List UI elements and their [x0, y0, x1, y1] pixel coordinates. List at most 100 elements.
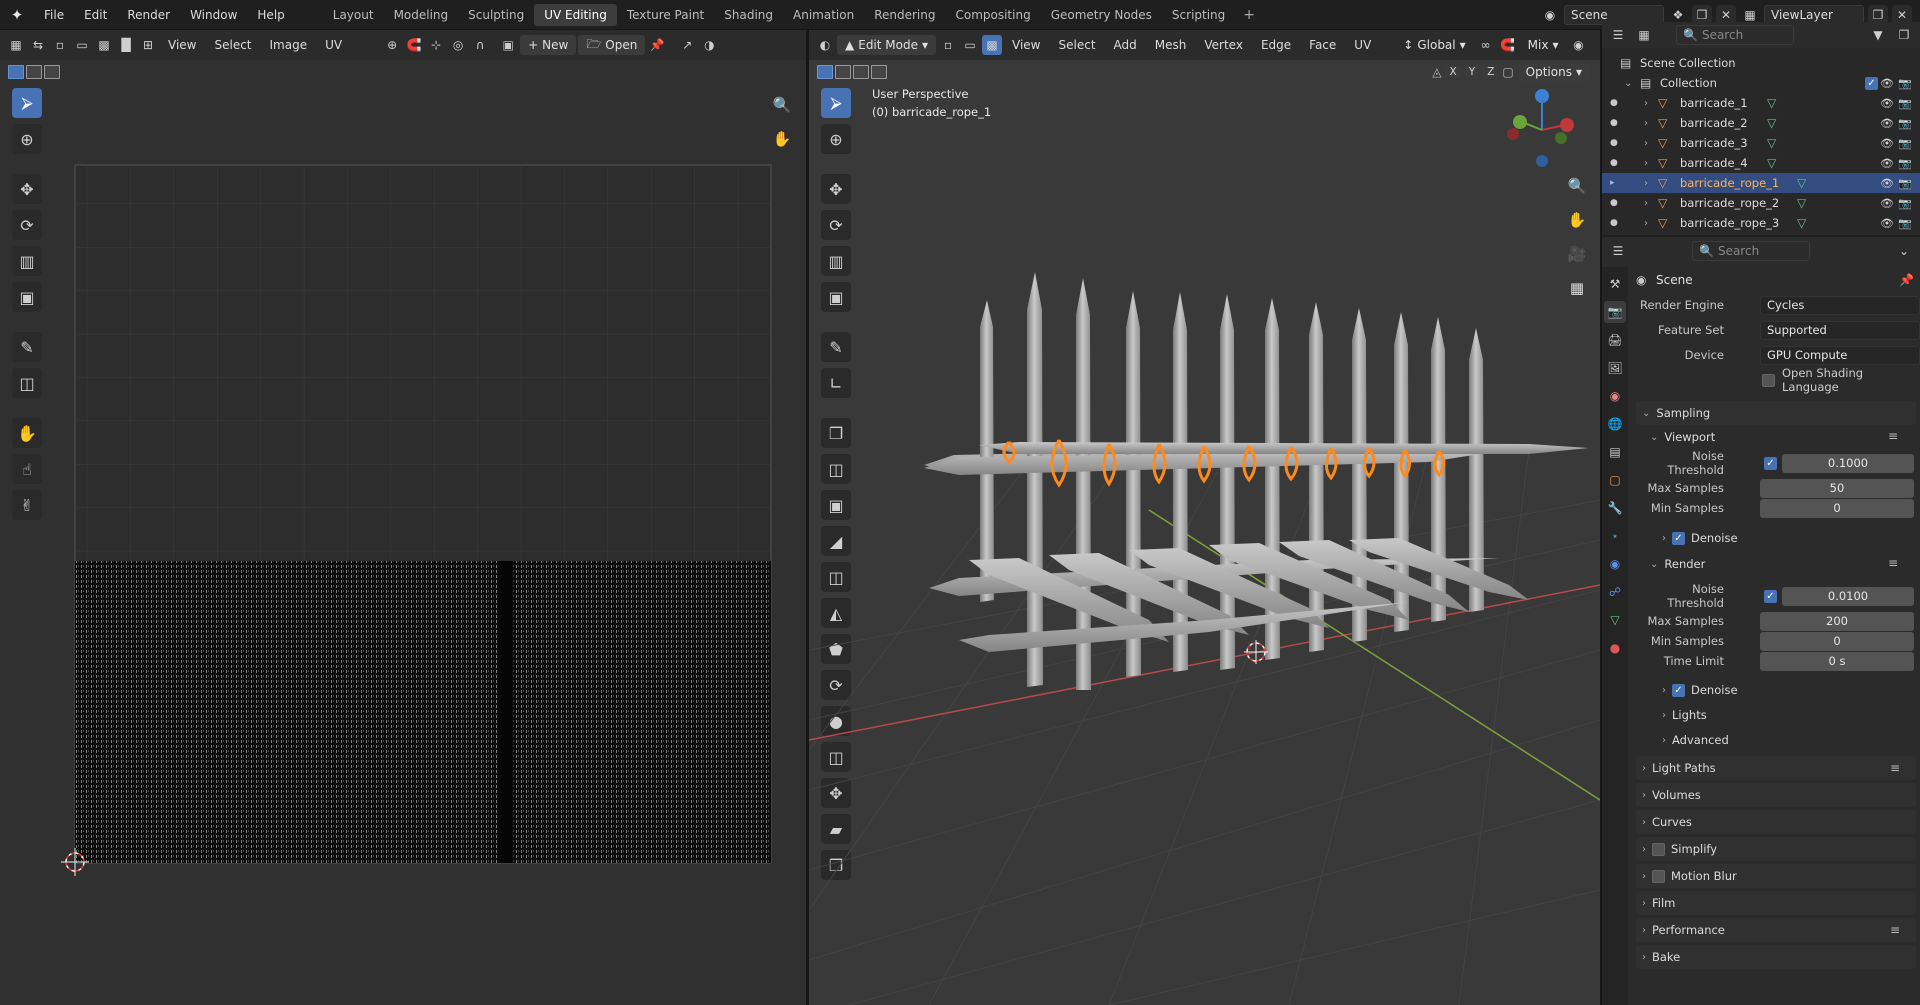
r-min-samples-field[interactable]: 0: [1760, 631, 1914, 651]
output-tab-icon[interactable]: 🖨: [1604, 329, 1626, 351]
mesh-data-icon[interactable]: ▽: [1767, 96, 1776, 110]
viewport-canvas[interactable]: [809, 30, 1600, 1005]
new-collection-icon[interactable]: ❐: [1894, 25, 1914, 45]
r-max-samples-field[interactable]: 200: [1760, 611, 1914, 631]
curves-panel[interactable]: › Curves: [1636, 810, 1916, 834]
camera-icon[interactable]: 📷: [1898, 157, 1912, 170]
volumes-panel[interactable]: › Volumes: [1636, 783, 1916, 807]
chevron-right-icon[interactable]: ›: [1644, 138, 1648, 149]
chevron-right-icon[interactable]: ›: [1644, 118, 1648, 129]
mesh-data-icon[interactable]: ▽: [1797, 196, 1806, 210]
mesh-data-icon[interactable]: ▽: [1797, 216, 1806, 230]
outliner-item-barricade-3[interactable]: ● › ▽ barricade_3 ▽ 👁 📷: [1602, 133, 1920, 153]
eye-icon[interactable]: 👁: [1880, 197, 1894, 210]
tool-tab-icon[interactable]: ⚒: [1604, 273, 1626, 295]
vp-pan-icon[interactable]: ✋: [1564, 207, 1590, 233]
scene-collection-row[interactable]: ▤ Scene Collection: [1602, 53, 1920, 73]
render-subpanel-header[interactable]: ⌄ Render: [1650, 552, 1705, 576]
camera-icon[interactable]: 📷: [1898, 137, 1912, 150]
motion-blur-panel[interactable]: › Motion Blur: [1636, 864, 1916, 888]
vp-denoise-checkbox[interactable]: ✓: [1672, 531, 1685, 545]
lights-subpanel[interactable]: › Lights: [1662, 704, 1707, 726]
scene-icon[interactable]: ◉: [1540, 5, 1560, 25]
modifier-tab-icon[interactable]: 🔧: [1604, 497, 1626, 519]
camera-icon[interactable]: 📷: [1898, 117, 1912, 130]
outliner-item-barricade-4[interactable]: ● › ▽ barricade_4 ▽ 👁 📷: [1602, 153, 1920, 173]
outliner-search-input[interactable]: 🔍 Search: [1676, 25, 1794, 45]
chevron-right-icon[interactable]: ›: [1644, 218, 1648, 229]
bake-panel[interactable]: › Bake: [1636, 945, 1916, 969]
vp-min-samples-field[interactable]: 0: [1760, 498, 1914, 518]
sampling-panel-header[interactable]: ⌄ Sampling: [1636, 401, 1916, 425]
tab-scripting[interactable]: Scripting: [1162, 4, 1235, 26]
collection-tab-icon[interactable]: ▤: [1604, 441, 1626, 463]
outliner-type-icon[interactable]: ☰: [1608, 25, 1628, 45]
view-layer-tab-icon[interactable]: 🖼: [1604, 357, 1626, 379]
outliner-item-barricade-1[interactable]: ● › ▽ barricade_1 ▽ 👁 📷: [1602, 93, 1920, 113]
add-workspace-icon[interactable]: +: [1235, 7, 1263, 23]
filter-icon[interactable]: ▼: [1868, 25, 1888, 45]
mesh-data-icon[interactable]: ▽: [1767, 136, 1776, 150]
chevron-down-icon[interactable]: ⌄: [1624, 78, 1632, 89]
chevron-right-icon[interactable]: ›: [1644, 178, 1648, 189]
chevron-down-icon[interactable]: ⌄: [1894, 241, 1914, 261]
menu-help[interactable]: Help: [247, 0, 294, 30]
menu-edit[interactable]: Edit: [74, 0, 117, 30]
material-tab-icon[interactable]: ●: [1604, 637, 1626, 659]
physics-tab-icon[interactable]: ◉: [1604, 553, 1626, 575]
camera-icon[interactable]: 📷: [1898, 77, 1912, 90]
menu-file[interactable]: File: [34, 0, 74, 30]
mesh-data-icon[interactable]: ▽: [1797, 176, 1806, 190]
properties-type-icon[interactable]: ☰: [1608, 241, 1628, 261]
particles-tab-icon[interactable]: ⋆: [1604, 525, 1626, 547]
presets-list-icon[interactable]: ≡: [1888, 429, 1898, 443]
simplify-checkbox[interactable]: [1652, 842, 1665, 856]
tab-animation[interactable]: Animation: [783, 4, 864, 26]
tab-layout[interactable]: Layout: [323, 4, 384, 26]
camera-icon[interactable]: 📷: [1898, 97, 1912, 110]
chevron-right-icon[interactable]: ›: [1644, 158, 1648, 169]
camera-view-icon[interactable]: 🎥: [1564, 241, 1590, 267]
tab-sculpting[interactable]: Sculpting: [458, 4, 534, 26]
vp-noise-threshold-field[interactable]: 0.1000: [1782, 453, 1914, 473]
film-panel[interactable]: › Film: [1636, 891, 1916, 915]
vp-noise-threshold-checkbox[interactable]: ✓: [1764, 456, 1777, 470]
outliner-item-barricade-rope-1[interactable]: ▸ › ▽ barricade_rope_1 ▽ 👁 📷: [1602, 173, 1920, 193]
vp-zoom-icon[interactable]: 🔍: [1564, 173, 1590, 199]
viewport-subpanel-header[interactable]: ⌄ Viewport: [1650, 425, 1715, 449]
outliner-area[interactable]: ☰ ▦ 🔍 Search ▼ ❐ ▤ Scene Collection ⌄ ▤ C…: [1602, 22, 1920, 235]
3d-viewport-area[interactable]: ◐ ▲ Edit Mode ▾ ▫ ▭ ▩ View Select Add Mesh…: [809, 30, 1600, 1005]
mesh-data-icon[interactable]: ▽: [1767, 156, 1776, 170]
eye-icon[interactable]: 👁: [1880, 77, 1894, 90]
r-noise-threshold-field[interactable]: 0.0100: [1782, 586, 1914, 606]
collection-row[interactable]: ⌄ ▤ Collection ✓ 👁 📷: [1602, 73, 1920, 93]
vp-denoise-subpanel[interactable]: › ✓ Denoise: [1662, 527, 1738, 549]
pin-icon[interactable]: 📌: [1899, 273, 1914, 287]
tab-rendering[interactable]: Rendering: [864, 4, 945, 26]
properties-editor[interactable]: ☰ 🔍 Search ⌄ ⚒ 📷 🖨 🖼 ◉ 🌐 ▤ ▢ 🔧 ⋆ ◉ ☍ ▽ ● …: [1602, 237, 1920, 1005]
uv-editor-area[interactable]: ▦ ⇆ ▫ ▭ ▩ █ ⊞ View Select Image UV ⊕ 🧲 ⊹…: [0, 30, 806, 1005]
tab-uv-editing[interactable]: UV Editing: [534, 3, 617, 26]
menu-render[interactable]: Render: [117, 0, 180, 30]
simplify-panel[interactable]: › Simplify: [1636, 837, 1916, 861]
tab-geometry-nodes[interactable]: Geometry Nodes: [1041, 4, 1162, 26]
camera-icon[interactable]: 📷: [1898, 197, 1912, 210]
chevron-right-icon[interactable]: ›: [1644, 98, 1648, 109]
render-presets-list-icon[interactable]: ≡: [1888, 556, 1898, 570]
light-paths-panel[interactable]: › Light Paths ≡: [1636, 756, 1916, 780]
eye-icon[interactable]: 👁: [1880, 217, 1894, 230]
data-tab-icon[interactable]: ▽: [1604, 609, 1626, 631]
render-tab-icon[interactable]: 📷: [1604, 301, 1626, 323]
r-noise-threshold-checkbox[interactable]: ✓: [1764, 589, 1777, 603]
menu-window[interactable]: Window: [180, 0, 247, 30]
feature-set-dropdown[interactable]: Supported: [1760, 320, 1920, 340]
blender-logo-icon[interactable]: ✦: [0, 0, 34, 30]
performance-panel[interactable]: › Performance ≡: [1636, 918, 1916, 942]
constraints-tab-icon[interactable]: ☍: [1604, 581, 1626, 603]
tab-modeling[interactable]: Modeling: [384, 4, 459, 26]
advanced-subpanel[interactable]: › Advanced: [1662, 729, 1729, 751]
eye-icon[interactable]: 👁: [1880, 117, 1894, 130]
edit-mode-dot-icon[interactable]: ▸: [1610, 178, 1615, 188]
render-engine-dropdown[interactable]: Cycles: [1760, 295, 1920, 315]
outliner-item-barricade-rope-3[interactable]: ● › ▽ barricade_rope_3 ▽ 👁 📷: [1602, 213, 1920, 233]
